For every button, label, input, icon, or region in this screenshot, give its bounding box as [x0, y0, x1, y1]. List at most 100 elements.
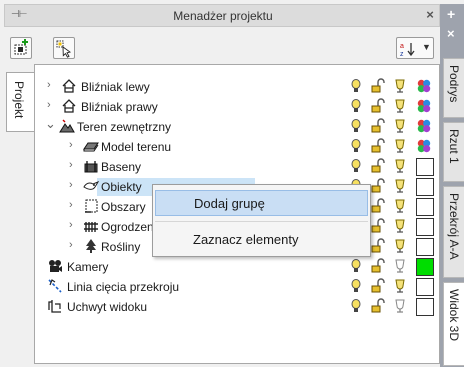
print-cup-icon[interactable] — [392, 238, 408, 254]
color-swatch-empty[interactable] — [416, 178, 434, 196]
window-title: Menadżer projektu — [173, 9, 273, 23]
unlocked-padlock-icon[interactable] — [370, 138, 386, 154]
print-cup-icon[interactable] — [392, 298, 408, 314]
color-swatch-empty[interactable] — [416, 158, 434, 176]
tree-row[interactable]: › Model terenu — [35, 137, 439, 157]
tab-projekt-label: Projekt — [12, 81, 26, 119]
unlocked-padlock-icon[interactable] — [370, 118, 386, 134]
tab-przekroj-a-a[interactable]: Przekrój A-A — [443, 186, 464, 278]
menu-item-label: Zaznacz elementy — [193, 232, 299, 247]
tree-row-label: Obiekty — [101, 180, 142, 194]
lightbulb-icon[interactable] — [348, 138, 364, 154]
tree-row[interactable]: Kamery — [35, 257, 439, 277]
unlocked-padlock-icon[interactable] — [370, 218, 386, 234]
tree-row[interactable]: Linia cięcia przekroju — [35, 277, 439, 297]
unlocked-padlock-icon[interactable] — [370, 158, 386, 174]
menu-item-add-group[interactable]: Dodaj grupę — [155, 190, 368, 216]
add-tab-icon[interactable]: + — [447, 6, 455, 22]
svg-text:z: z — [400, 51, 404, 58]
pool-icon — [84, 161, 98, 173]
tree-row-label: Uchwyt widoku — [67, 300, 148, 314]
unlocked-padlock-icon[interactable] — [370, 98, 386, 114]
color-swatch-empty[interactable] — [416, 298, 434, 316]
expand-arrow-icon[interactable]: › — [69, 199, 73, 211]
tree-row-label: Model terenu — [101, 140, 172, 154]
tree-row-label: Baseny — [101, 160, 142, 174]
tree-row[interactable]: › Bliźniak lewy — [35, 77, 439, 97]
multicolor-swatch[interactable] — [416, 138, 432, 154]
multicolor-swatch[interactable] — [416, 118, 432, 134]
unlocked-padlock-icon[interactable] — [370, 78, 386, 94]
expand-arrow-icon[interactable]: › — [69, 159, 73, 171]
collapse-arrow-icon[interactable]: ⌄ — [45, 116, 56, 132]
sort-icon: a z — [400, 43, 415, 58]
select-tool-button[interactable] — [53, 37, 75, 59]
menu-item-label: Dodaj grupę — [194, 196, 265, 211]
fence-icon — [84, 222, 98, 232]
print-cup-icon[interactable] — [392, 118, 408, 134]
print-cup-icon[interactable] — [392, 218, 408, 234]
print-cup-icon[interactable] — [392, 258, 408, 274]
print-cup-icon[interactable] — [392, 178, 408, 194]
sort-dropdown-button[interactable]: a z ▼ — [396, 37, 434, 59]
print-cup-icon[interactable] — [392, 98, 408, 114]
tree-row-label: Teren zewnętrzny — [77, 120, 172, 134]
house-outline-icon — [62, 79, 76, 93]
color-swatch-empty[interactable] — [416, 238, 434, 256]
tree-row-label: Bliźniak lewy — [81, 80, 150, 94]
print-cup-icon[interactable] — [392, 158, 408, 174]
tab-widok-3d[interactable]: Widok 3D — [443, 282, 464, 366]
expand-arrow-icon[interactable]: › — [69, 239, 73, 251]
color-swatch-green[interactable] — [416, 258, 434, 276]
unlocked-padlock-icon[interactable] — [370, 278, 386, 294]
house-outline-icon — [62, 99, 76, 113]
lightbulb-icon[interactable] — [348, 298, 364, 314]
tree-row-label: Rośliny — [101, 240, 141, 254]
menu-item-select-elements[interactable]: Zaznacz elementy — [155, 227, 368, 253]
tree-row-label: Bliźniak prawy — [81, 100, 158, 114]
add-layer-button[interactable] — [10, 37, 32, 59]
unlocked-padlock-icon[interactable] — [370, 178, 386, 194]
lightbulb-icon[interactable] — [348, 78, 364, 94]
close-tab-icon[interactable]: × — [447, 26, 455, 41]
print-cup-icon[interactable] — [392, 138, 408, 154]
print-cup-icon[interactable] — [392, 198, 408, 214]
tab-label: Rzut 1 — [447, 129, 461, 164]
color-swatch-empty[interactable] — [416, 218, 434, 236]
camera-icon — [49, 260, 62, 272]
print-cup-icon[interactable] — [392, 78, 408, 94]
unlocked-padlock-icon[interactable] — [370, 258, 386, 274]
expand-arrow-icon[interactable]: › — [47, 99, 51, 111]
multicolor-swatch[interactable] — [416, 98, 432, 114]
tree-row[interactable]: › Bliźniak prawy — [35, 97, 439, 117]
close-button[interactable]: × — [422, 7, 438, 23]
expand-arrow-icon[interactable]: › — [69, 139, 73, 151]
tab-rzut-1[interactable]: Rzut 1 — [443, 122, 464, 182]
unlocked-padlock-icon[interactable] — [370, 198, 386, 214]
expand-arrow-icon[interactable]: › — [69, 179, 73, 191]
select-cursor-icon — [56, 40, 72, 58]
lightbulb-icon[interactable] — [348, 258, 364, 274]
color-swatch-empty[interactable] — [416, 198, 434, 216]
lightbulb-icon[interactable] — [348, 158, 364, 174]
context-menu: Dodaj grupę Zaznacz elementy — [152, 184, 371, 257]
lightbulb-icon[interactable] — [348, 118, 364, 134]
expand-arrow-icon[interactable]: › — [69, 219, 73, 231]
unlocked-padlock-icon[interactable] — [370, 298, 386, 314]
tab-label: Podrys — [447, 65, 461, 103]
tree-row[interactable]: Uchwyt widoku — [35, 297, 439, 317]
lightbulb-icon[interactable] — [348, 278, 364, 294]
toolbar: a z ▼ — [4, 27, 440, 63]
tab-label: Przekrój A-A — [447, 193, 461, 260]
tab-projekt[interactable]: Projekt — [6, 72, 34, 132]
expand-arrow-icon[interactable]: › — [47, 79, 51, 91]
multicolor-swatch[interactable] — [416, 78, 432, 94]
color-swatch-empty[interactable] — [416, 278, 434, 296]
tab-podrys[interactable]: Podrys — [443, 58, 464, 118]
add-layer-icon — [14, 39, 28, 55]
unlocked-padlock-icon[interactable] — [370, 238, 386, 254]
lightbulb-icon[interactable] — [348, 98, 364, 114]
print-cup-icon[interactable] — [392, 278, 408, 294]
tree-row[interactable]: › Baseny — [35, 157, 439, 177]
tree-row[interactable]: ⌄ Teren zewnętrzny — [35, 116, 439, 137]
